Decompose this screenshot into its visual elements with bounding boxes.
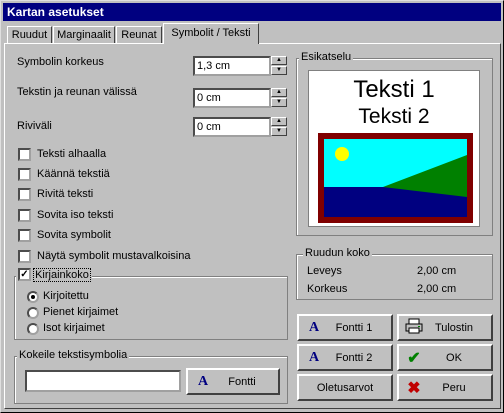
letter-case-label: Kirjainkoko	[33, 268, 91, 283]
text-border-gap-input[interactable]: 0 cm	[193, 88, 271, 108]
case-upper-label: Isot kirjaimet	[43, 322, 105, 334]
case-written-radio[interactable]	[27, 291, 39, 303]
ok-button[interactable]: ✔ OK	[397, 344, 493, 371]
case-lower-label: Pienet kirjaimet	[43, 306, 119, 318]
title-bar: Kartan asetukset	[3, 3, 501, 21]
line-spacing-label: Riviväli	[17, 120, 52, 132]
fit-large-text-label: Sovita iso teksti	[37, 209, 114, 221]
try-text-group-title: Kokeile tekstisymbolia	[17, 349, 130, 361]
cancel-button-label: Peru	[442, 381, 466, 394]
wrap-text-label: Rivitä teksti	[37, 188, 94, 200]
try-text-input[interactable]	[25, 370, 181, 392]
case-upper-radio[interactable]	[27, 323, 39, 335]
symbol-height-label: Symbolin korkeus	[17, 56, 104, 68]
line-spacing-down-button[interactable]: ▼	[271, 127, 287, 136]
window-title: Kartan asetukset	[7, 5, 104, 19]
line-spacing-input[interactable]: 0 cm	[193, 117, 271, 137]
fit-large-text-checkbox[interactable]	[18, 209, 31, 222]
preview-group-title: Esikatselu	[299, 51, 354, 63]
text-border-gap-up-button[interactable]: ▲	[271, 88, 287, 97]
text-border-gap-down-button[interactable]: ▼	[271, 98, 287, 107]
letter-case-checkbox[interactable]: ✓	[18, 268, 31, 281]
symbol-height-down-button[interactable]: ▼	[271, 66, 287, 75]
symbol-height-up-button[interactable]: ▲	[271, 56, 287, 65]
cell-size-group-title: Ruudun koko	[303, 247, 372, 259]
fit-symbols-label: Sovita symbolit	[37, 229, 111, 241]
rotate-text-label: Käännä tekstiä	[37, 168, 110, 180]
monochrome-symbols-checkbox[interactable]	[18, 250, 31, 263]
defaults-button-label: Oletusarvot	[316, 381, 374, 394]
font1-button-label: Fontti 1	[335, 321, 373, 334]
printer-button[interactable]: Tulostin	[397, 314, 493, 341]
text-bottom-checkbox[interactable]	[18, 148, 31, 161]
tab-ruudut[interactable]: Ruudut	[7, 26, 52, 43]
tab-marginaalit[interactable]: Marginaalit	[53, 26, 115, 43]
cancel-x-icon: ✖	[407, 379, 421, 397]
tab-panel: Symbolin korkeus 1,3 cm ▲ ▼ Tekstin ja r…	[4, 43, 501, 409]
case-written-label: Kirjoitettu	[43, 290, 89, 302]
case-lower-radio[interactable]	[27, 307, 39, 319]
ok-button-label: OK	[446, 351, 462, 364]
cell-height-value: 2,00 cm	[417, 283, 457, 295]
letter-case-group-header: ✓ Kirjainkoko	[16, 268, 92, 283]
symbol-sun	[335, 147, 349, 161]
preview-text-2: Teksti 2	[358, 105, 430, 128]
preview-text-1: Teksti 1	[353, 76, 435, 103]
monochrome-symbols-label: Näytä symbolit mustavalkoisina	[37, 250, 191, 262]
defaults-button[interactable]: Oletusarvot	[297, 374, 393, 401]
fit-symbols-checkbox[interactable]	[18, 229, 31, 242]
preview-map-symbol	[318, 133, 473, 223]
font-icon: A	[197, 373, 209, 389]
printer-button-label: Tulostin	[434, 321, 474, 334]
font2-button[interactable]: A Fontti 2	[297, 344, 393, 371]
dialog-window: Kartan asetukset Ruudut Marginaalit Reun…	[0, 0, 504, 413]
cell-width-value: 2,00 cm	[417, 265, 457, 277]
cancel-button[interactable]: ✖ Peru	[397, 374, 493, 401]
cell-height-label: Korkeus	[307, 283, 348, 295]
font1-button[interactable]: A Fontti 1	[297, 314, 393, 341]
font2-button-label: Fontti 2	[335, 351, 373, 364]
checkmark-icon: ✔	[407, 349, 421, 367]
preview-canvas: Teksti 1 Teksti 2	[308, 70, 480, 227]
rotate-text-checkbox[interactable]	[18, 168, 31, 181]
try-font-button-label: Fontti	[228, 375, 256, 388]
cell-width-label: Leveys	[307, 265, 342, 277]
tab-reunat[interactable]: Reunat	[116, 26, 162, 43]
text-border-gap-label: Tekstin ja reunan välissä	[17, 86, 137, 98]
line-spacing-up-button[interactable]: ▲	[271, 117, 287, 126]
printer-icon	[403, 318, 425, 337]
font-icon: A	[308, 319, 320, 335]
wrap-text-checkbox[interactable]	[18, 188, 31, 201]
text-bottom-label: Teksti alhaalla	[37, 148, 107, 160]
tab-symbolit-teksti[interactable]: Symbolit / Teksti	[163, 23, 259, 44]
font-icon: A	[308, 349, 320, 365]
try-font-button[interactable]: A Fontti	[186, 368, 280, 395]
symbol-height-input[interactable]: 1,3 cm	[193, 56, 271, 76]
